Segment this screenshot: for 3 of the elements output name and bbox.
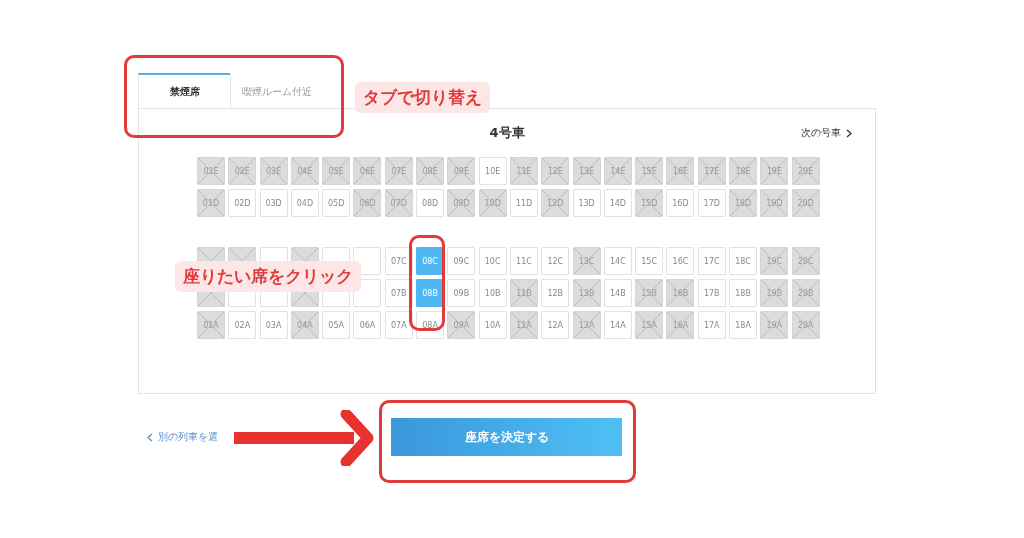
annotation-tooltip: タブで切り替え: [355, 82, 490, 113]
annotation-tooltip: 座りたい席をクリック: [175, 261, 361, 292]
car-title: 4号車: [489, 124, 525, 142]
